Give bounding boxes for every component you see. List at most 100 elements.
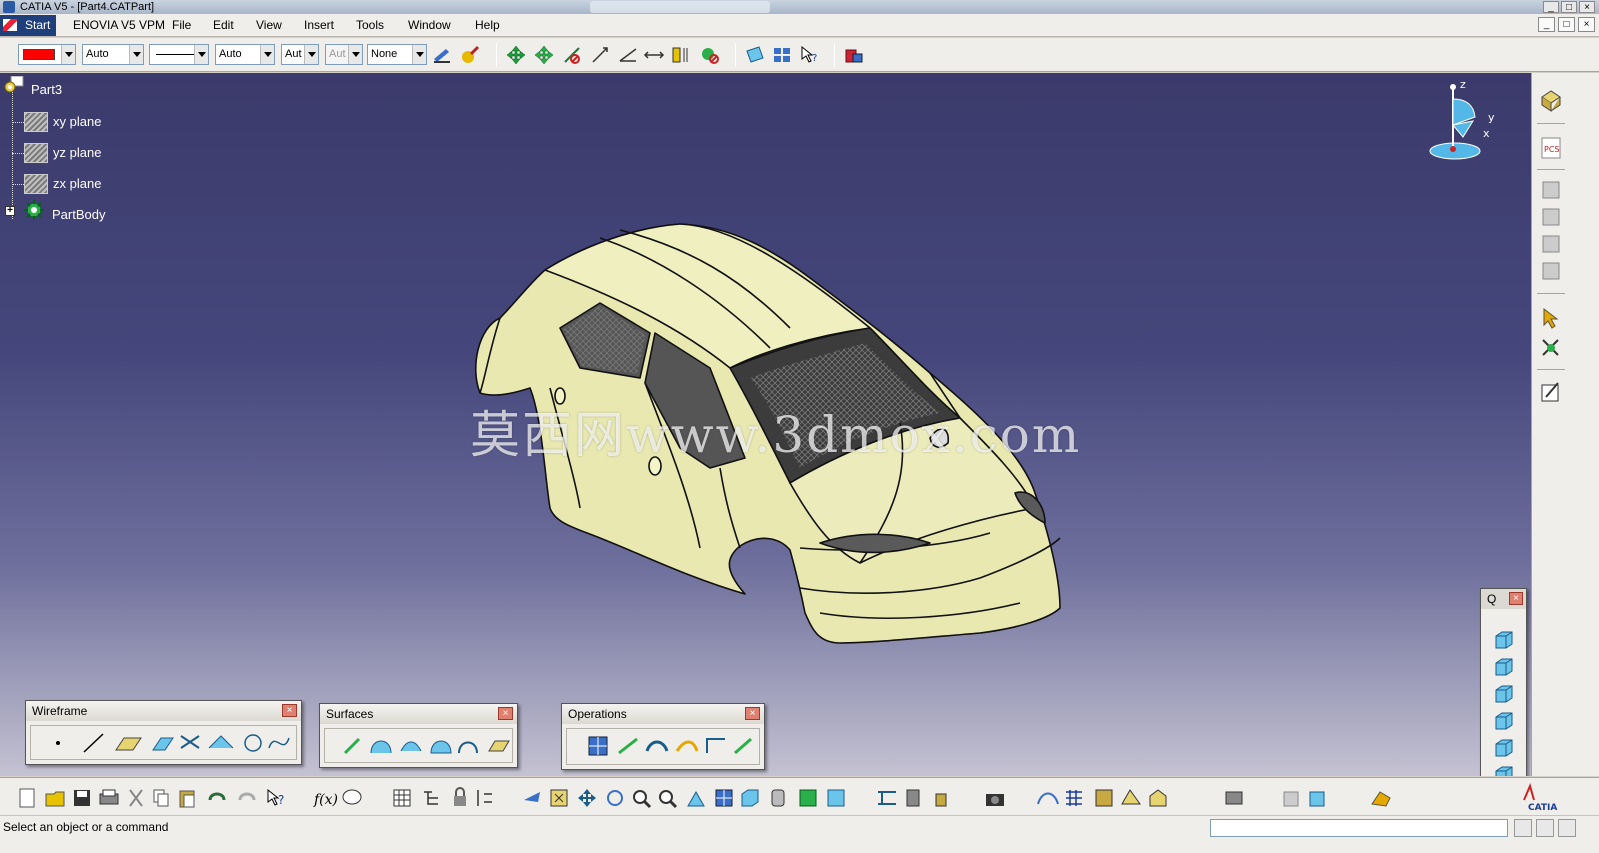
lock-icon[interactable] [454, 787, 466, 806]
tree-item-xy-plane[interactable]: xy plane [53, 114, 101, 129]
left-view-icon[interactable] [1493, 710, 1515, 732]
tree-item-yz-plane[interactable]: yz plane [53, 145, 101, 160]
tree-item-zx-plane[interactable]: zx plane [53, 176, 101, 191]
circle-icon[interactable] [244, 734, 262, 752]
undo-icon[interactable] [208, 792, 226, 801]
cut-icon[interactable] [129, 789, 143, 807]
measure-inertia-icon[interactable] [935, 793, 947, 807]
sketch-tools-icon[interactable] [1538, 335, 1564, 361]
instantiate-icon[interactable] [1538, 177, 1564, 203]
workbench-icon[interactable] [1538, 87, 1564, 113]
catalog-browser-icon[interactable] [771, 44, 793, 66]
3d-viewport[interactable]: Part3 xy plane yz plane zx plane + PartB… [0, 73, 1531, 776]
wireframe-close-button[interactable]: × [282, 704, 297, 717]
copy-icon[interactable] [153, 789, 169, 807]
extrude-icon[interactable] [343, 737, 361, 755]
powercopy-icon[interactable] [1538, 231, 1564, 257]
multi-view-icon[interactable] [715, 789, 733, 807]
projection-icon[interactable] [152, 737, 174, 751]
doc-close-button[interactable]: × [1578, 17, 1595, 32]
intersection-icon[interactable] [180, 735, 200, 749]
knowledge-icon[interactable] [843, 44, 865, 66]
operations-close-button[interactable]: × [745, 707, 760, 720]
user-feature-icon[interactable] [1538, 258, 1564, 284]
line-icon[interactable] [83, 733, 104, 753]
menu-insert[interactable]: Insert [304, 18, 334, 32]
publish-icon[interactable] [1121, 789, 1141, 805]
table-icon[interactable] [393, 789, 411, 807]
snap-move-icon[interactable] [505, 44, 527, 66]
join-icon[interactable] [588, 736, 608, 756]
distance-constraint-icon[interactable] [643, 44, 665, 66]
format-painter-icon[interactable] [431, 44, 453, 66]
pan-icon[interactable] [578, 789, 596, 807]
blend-icon[interactable] [488, 740, 510, 752]
dimension-constraint-icon[interactable] [589, 44, 611, 66]
close-button[interactable]: × [1579, 1, 1595, 13]
update-icon[interactable] [477, 790, 492, 806]
menu-view[interactable]: View [256, 18, 282, 32]
spline-icon[interactable] [268, 737, 290, 749]
surfaces-toolbar-title[interactable]: Surfaces [320, 704, 517, 724]
command-input[interactable] [1210, 819, 1508, 837]
formula-icon[interactable]: f(x) [313, 792, 338, 808]
transform-icon[interactable] [734, 737, 752, 755]
analysis-xn-icon[interactable] [1037, 792, 1059, 805]
iso-view-icon[interactable] [741, 789, 759, 807]
doc-minimize-button[interactable]: _ [1538, 17, 1555, 32]
layer-combo[interactable]: None [367, 44, 427, 65]
fit-all-icon[interactable] [550, 789, 568, 807]
transparency-combo[interactable]: Auto [82, 44, 144, 65]
status-button-c[interactable] [1558, 819, 1576, 837]
redo-icon[interactable] [238, 792, 256, 801]
quick-view-close-button[interactable]: × [1509, 592, 1523, 605]
menu-window[interactable]: Window [408, 18, 451, 32]
sketcher-icon[interactable] [1538, 379, 1564, 405]
sweep-icon[interactable] [400, 741, 422, 752]
constraint-grid-icon[interactable] [670, 44, 692, 66]
catalog-tool-icon[interactable] [1095, 789, 1113, 807]
translate-icon[interactable] [675, 740, 699, 752]
fix-constraint-icon[interactable] [561, 44, 583, 66]
plane-tool-icon[interactable] [115, 737, 142, 751]
wireframe-toolbar-title[interactable]: Wireframe [26, 701, 301, 721]
new-file-icon[interactable] [19, 788, 35, 808]
color-combo[interactable] [18, 44, 76, 65]
surfaces-close-button[interactable]: × [498, 707, 513, 720]
open-file-icon[interactable] [45, 791, 65, 807]
zoom-out-icon[interactable] [659, 790, 678, 809]
tree-expand-toggle[interactable]: + [5, 206, 15, 216]
tree-reorder-icon[interactable] [424, 791, 438, 805]
paste-icon[interactable] [179, 790, 195, 808]
print-icon[interactable] [99, 789, 119, 805]
menu-file[interactable]: File [172, 18, 191, 32]
menu-help[interactable]: Help [475, 18, 500, 32]
thickness-combo[interactable]: Auto [215, 44, 275, 65]
catalog-icon[interactable] [1538, 204, 1564, 230]
layout-icon-b[interactable] [1309, 791, 1325, 807]
zoom-in-icon[interactable] [633, 790, 652, 809]
angle-constraint-icon[interactable] [617, 44, 639, 66]
device-icon[interactable] [1225, 791, 1243, 805]
operations-toolbar-title[interactable]: Operations [562, 704, 764, 724]
layout-icon-a[interactable] [1283, 791, 1299, 807]
rotate-icon[interactable] [607, 790, 623, 806]
menu-tools[interactable]: Tools [356, 18, 384, 32]
shading-icon[interactable] [771, 789, 785, 807]
pcs-icon[interactable]: PCS [1538, 135, 1564, 161]
knowledge-advisor-icon[interactable] [1371, 791, 1391, 807]
compass-widget[interactable]: z y x [1425, 77, 1505, 167]
comment-icon[interactable] [342, 789, 362, 805]
doc-restore-button[interactable]: □ [1558, 17, 1575, 32]
deactivate-constraint-icon[interactable] [699, 44, 721, 66]
surface-analysis-icon[interactable] [744, 44, 766, 66]
fillet-icon[interactable] [645, 740, 669, 752]
point-icon[interactable] [56, 741, 60, 745]
save-icon[interactable] [74, 790, 90, 806]
status-button-b[interactable] [1536, 819, 1554, 837]
help-icon[interactable]: ? [267, 788, 284, 807]
fill-icon[interactable] [430, 740, 452, 754]
tree-root-part3[interactable]: Part3 [31, 82, 62, 97]
manipulate-icon[interactable] [533, 44, 555, 66]
swap-space-icon[interactable] [827, 789, 845, 807]
